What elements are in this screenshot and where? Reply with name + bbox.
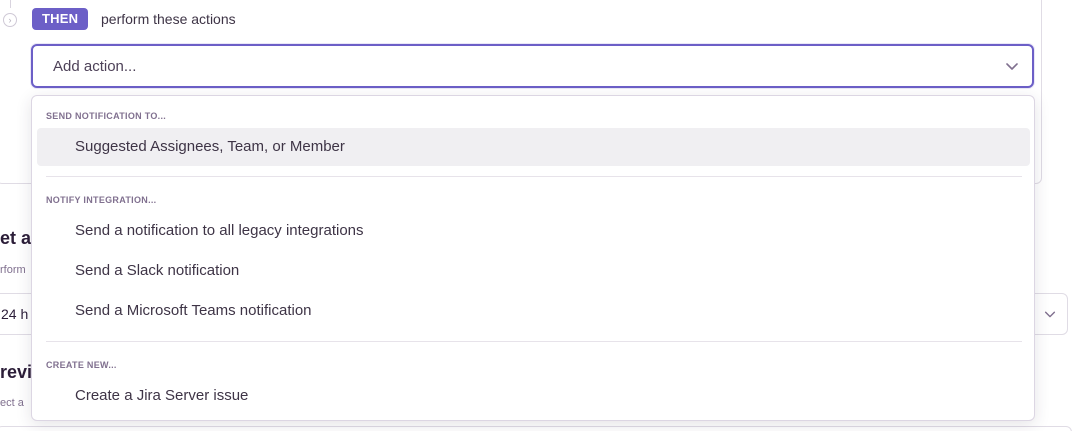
menu-item-label: Create a Jira Server issue <box>75 387 249 404</box>
add-action-select[interactable]: Add action... <box>31 44 1034 88</box>
chevron-down-icon <box>1006 63 1018 70</box>
step-rail-line <box>10 0 11 8</box>
menu-item-jira-server-issue[interactable]: Create a Jira Server issue <box>37 377 1030 415</box>
preview-box <box>0 426 1072 431</box>
menu-item-label: Send a Slack notification <box>75 262 240 279</box>
section-subtext-action-interval: rform <box>0 264 26 276</box>
menu-group-header-notify-integration: NOTIFY INTEGRATION... <box>46 195 157 205</box>
menu-item-label: Send a notification to all legacy integr… <box>75 222 364 239</box>
menu-item-label: Suggested Assignees, Team, or Member <box>75 138 345 155</box>
menu-item-legacy-integrations[interactable]: Send a notification to all legacy integr… <box>37 212 1030 250</box>
menu-item-label: Send a Microsoft Teams notification <box>75 302 312 319</box>
chevron-down-icon <box>1044 311 1056 318</box>
menu-item-suggested-assignees[interactable]: Suggested Assignees, Team, or Member <box>37 128 1030 166</box>
add-action-menu: SEND NOTIFICATION TO... Suggested Assign… <box>31 95 1035 421</box>
menu-divider <box>46 176 1022 177</box>
add-action-placeholder: Add action... <box>53 58 137 75</box>
menu-item-slack-notification[interactable]: Send a Slack notification <box>37 252 1030 290</box>
menu-divider <box>46 341 1022 342</box>
menu-group-header-send-notification: SEND NOTIFICATION TO... <box>46 111 167 121</box>
menu-group-header-create-new: CREATE NEW... <box>46 360 117 370</box>
section-heading-preview: revi <box>0 362 33 382</box>
then-badge: THEN <box>32 8 89 30</box>
section-subtext-preview: ect a <box>0 397 24 409</box>
then-description: perform these actions <box>101 11 236 27</box>
issue-alert-rule-page: › THEN perform these actions Add action.… <box>0 0 1076 431</box>
action-interval-value: 24 h <box>1 306 29 322</box>
menu-item-teams-notification[interactable]: Send a Microsoft Teams notification <box>37 292 1030 330</box>
step-marker-icon: › <box>3 13 17 27</box>
section-heading-action-interval: et a <box>0 228 32 248</box>
